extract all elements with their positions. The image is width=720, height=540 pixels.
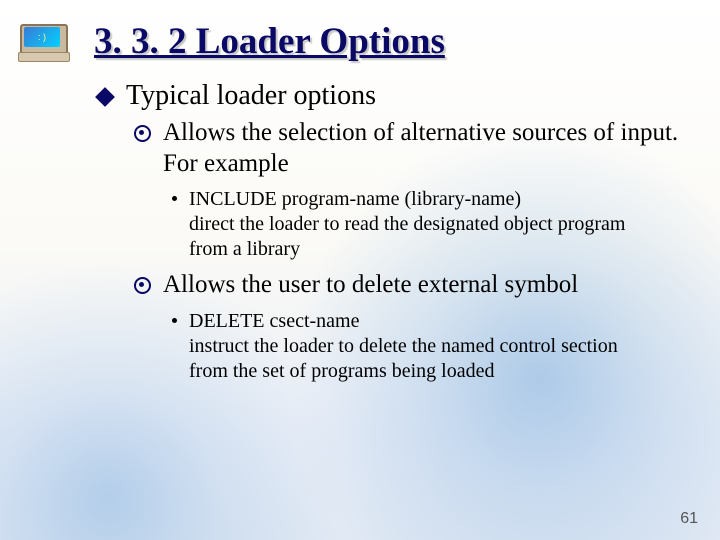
- bullet-level3: INCLUDE program-name (library-name) dire…: [170, 187, 680, 262]
- level1-text: Typical loader options: [126, 80, 376, 112]
- dot-bullet-icon: [172, 196, 177, 201]
- computer-icon: : ): [14, 18, 70, 60]
- level3-description: instruct the loader to delete the named …: [189, 335, 618, 382]
- dot-bullet-icon: [172, 318, 177, 323]
- page-number: 61: [680, 510, 698, 528]
- slide-title: 3. 3. 2 Loader Options: [94, 20, 445, 63]
- circle-bullet-icon: [134, 277, 151, 294]
- bullet-level2: Allows the selection of alternative sour…: [134, 118, 680, 179]
- level3-command: DELETE csect-name: [189, 310, 359, 332]
- slide-body: Typical loader options Allows the select…: [94, 80, 680, 392]
- level3-command: INCLUDE program-name (library-name): [189, 188, 521, 210]
- level2-text: Allows the user to delete external symbo…: [163, 270, 578, 301]
- bullet-level3: DELETE csect-name instruct the loader to…: [170, 309, 680, 384]
- circle-bullet-icon: [134, 125, 151, 142]
- level3-description: direct the loader to read the designated…: [189, 213, 625, 260]
- diamond-bullet-icon: [95, 87, 115, 107]
- level2-text: Allows the selection of alternative sour…: [163, 118, 680, 179]
- bullet-level2: Allows the user to delete external symbo…: [134, 270, 680, 301]
- bullet-level1: Typical loader options: [94, 80, 680, 112]
- computer-icon-face: : ): [24, 27, 60, 47]
